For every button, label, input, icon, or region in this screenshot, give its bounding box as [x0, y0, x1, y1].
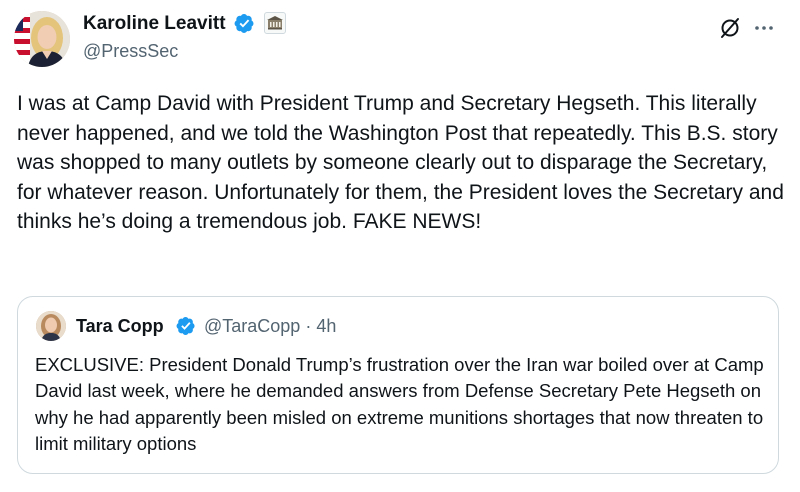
author-handle[interactable]: @PressSec [83, 40, 178, 62]
quote-author-handle[interactable]: @TaraCopp [204, 316, 300, 336]
post-text: I was at Camp David with President Trump… [17, 92, 784, 233]
quote-author-meta: @TaraCopp · 4h [204, 314, 336, 338]
grok-icon[interactable] [718, 16, 742, 40]
quote-author-name[interactable]: Tara Copp [76, 314, 164, 338]
author-avatar[interactable] [14, 11, 70, 67]
more-options-icon[interactable] [752, 16, 776, 40]
white-house-seal-icon[interactable] [264, 12, 286, 34]
quoted-post-card[interactable]: Tara Copp @TaraCopp · 4h EXCLUSIVE: Pres… [17, 296, 779, 474]
author-name[interactable]: Karoline Leavitt [83, 12, 226, 36]
quote-timestamp[interactable]: 4h [316, 316, 336, 336]
verified-badge-icon[interactable] [176, 316, 196, 336]
quote-author-avatar[interactable] [36, 311, 66, 341]
post: Karoline Leavitt @PressSec I was at Camp… [0, 0, 800, 492]
quote-text: EXCLUSIVE: President Donald Trump’s frus… [35, 354, 764, 454]
verified-badge-icon[interactable] [234, 13, 255, 34]
meta-separator: · [305, 316, 312, 336]
